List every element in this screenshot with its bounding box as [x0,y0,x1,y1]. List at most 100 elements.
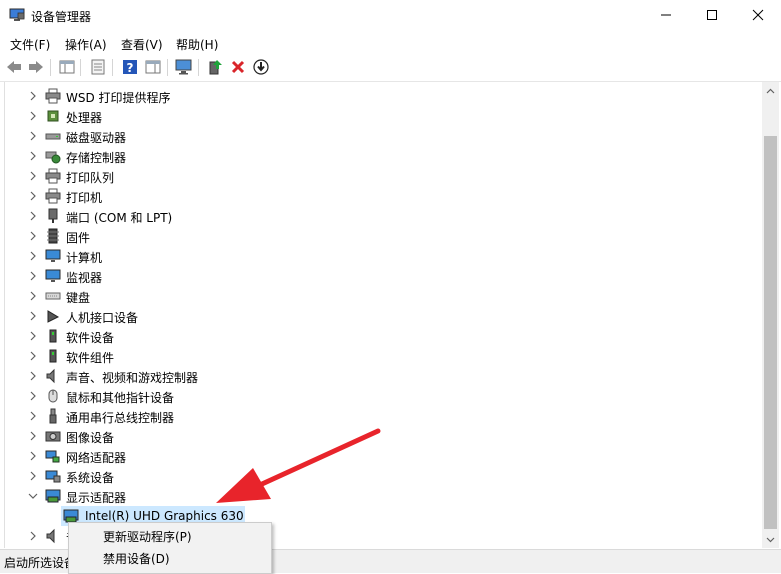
toolbar-separator [80,59,81,76]
chevron-right-icon[interactable] [27,330,39,342]
tree-category-row[interactable]: 存储控制器 [5,146,762,166]
uninstall-device-button[interactable] [229,58,247,76]
chevron-right-icon[interactable] [27,530,39,542]
tree-item-label: 监视器 [66,271,103,285]
tree-category-row[interactable]: 监视器 [5,266,762,286]
chevron-right-icon[interactable] [27,470,39,482]
chevron-right-icon[interactable] [27,230,39,242]
tree-category-row[interactable]: 磁盘驱动器 [5,126,762,146]
tree-item-label: 显示适配器 [66,491,127,505]
back-button[interactable] [5,58,23,76]
hid-icon [47,310,60,323]
menu-action[interactable]: 操作(A) [65,36,107,53]
chevron-right-icon[interactable] [27,310,39,322]
tree-item-label: 网络适配器 [66,451,127,465]
vertical-scrollbar[interactable] [762,82,779,548]
menu-view[interactable]: 查看(V) [121,36,163,53]
properties-button[interactable] [89,58,107,76]
properties-icon [91,59,105,75]
chevron-right-icon[interactable] [27,210,39,222]
tree-category-row[interactable]: 打印队列 [5,166,762,186]
tree-category-row[interactable]: 软件设备 [5,326,762,346]
tree-category-row[interactable]: 声音、视频和游戏控制器 [5,366,762,386]
tree-item-label: 系统设备 [66,471,115,485]
chevron-right-icon[interactable] [27,350,39,362]
tree-category-row[interactable]: 固件 [5,226,762,246]
console-tree-icon [59,60,75,74]
chevron-right-icon[interactable] [27,90,39,102]
minimize-button[interactable] [643,0,689,30]
tree-category-row[interactable]: 端口 (COM 和 LPT) [5,206,762,226]
chevron-right-icon[interactable] [27,430,39,442]
chevron-right-icon[interactable] [27,410,39,422]
maximize-icon [707,10,717,20]
toolbar-separator [167,59,168,76]
printer-provider-icon [45,88,61,104]
chevron-right-icon[interactable] [27,110,39,122]
tree-category-row[interactable]: 处理器 [5,106,762,126]
tree-category-row[interactable]: 软件组件 [5,346,762,366]
update-driver-button[interactable] [206,58,224,76]
tree-category-row[interactable]: 鼠标和其他指针设备 [5,386,762,406]
tree-category-row[interactable]: 通用串行总线控制器 [5,406,762,426]
tree-category-row[interactable]: 打印机 [5,186,762,206]
chevron-down-icon [766,537,775,542]
scroll-down-button[interactable] [762,531,779,548]
storage-controller-icon [45,151,61,164]
close-icon [752,9,764,21]
chevron-right-icon[interactable] [27,290,39,302]
tree-item-label: 鼠标和其他指针设备 [66,391,175,405]
print-queue-icon [45,168,61,184]
tree-category-row[interactable]: 图像设备 [5,426,762,446]
context-disable-device[interactable]: 禁用设备(D) [103,550,170,567]
tree-category-row[interactable]: 计算机 [5,246,762,266]
tree-category-row[interactable]: 系统设备 [5,466,762,486]
menu-help[interactable]: 帮助(H) [176,36,218,53]
chevron-right-icon[interactable] [27,170,39,182]
forward-button[interactable] [27,58,45,76]
help-icon: ? [123,60,137,75]
firmware-icon [47,228,59,244]
tree-category-row[interactable]: 键盘 [5,286,762,306]
chevron-right-icon[interactable] [27,250,39,262]
download-circle-icon [253,59,269,75]
menu-file[interactable]: 文件(F) [10,36,50,53]
show-hide-console-tree-button[interactable] [58,58,76,76]
device-tree[interactable]: WSD 打印提供程序 处理器 磁盘驱动器 存储控制器 打印队列打印机 端口 (COM 和 … [4,82,762,548]
toolbar-separator [50,59,51,76]
printer-icon [45,188,61,204]
processor-icon [47,110,59,122]
chevron-right-icon[interactable] [27,130,39,142]
svg-text:?: ? [127,61,134,75]
close-button[interactable] [735,0,781,30]
maximize-button[interactable] [689,0,735,30]
chevron-right-icon[interactable] [27,370,39,382]
tree-item-label: 打印机 [66,191,103,205]
device-manager-icon [9,8,25,21]
scan-hardware-button[interactable] [175,58,193,76]
tree-category-row[interactable]: 网络适配器 [5,446,762,466]
enable-device-button[interactable] [252,58,270,76]
chevron-right-icon[interactable] [27,150,39,162]
chevron-right-icon[interactable] [27,450,39,462]
tree-item-label: 计算机 [66,251,103,265]
action-pane-button[interactable] [144,58,162,76]
network-adapter-icon [45,450,60,463]
mouse-icon [48,389,58,403]
tree-category-row[interactable]: 人机接口设备 [5,306,762,326]
tree-category-row[interactable]: 显示适配器 [5,486,762,506]
delete-x-icon [231,60,245,74]
help-button[interactable]: ? [121,58,139,76]
disk-drive-icon [45,133,61,140]
menu-bar: 文件(F) 操作(A) 查看(V) 帮助(H) [0,32,781,54]
scroll-thumb[interactable] [764,136,777,529]
tree-category-row[interactable]: WSD 打印提供程序 [5,86,762,106]
chevron-right-icon[interactable] [27,390,39,402]
context-update-driver[interactable]: 更新驱动程序(P) [103,528,192,545]
scroll-up-button[interactable] [762,82,779,99]
chevron-right-icon[interactable] [27,270,39,282]
chevron-down-icon[interactable] [27,490,39,502]
chevron-right-icon[interactable] [27,190,39,202]
system-device-icon [45,470,61,483]
tree-item-label: 声音、视频和游戏控制器 [66,371,199,385]
